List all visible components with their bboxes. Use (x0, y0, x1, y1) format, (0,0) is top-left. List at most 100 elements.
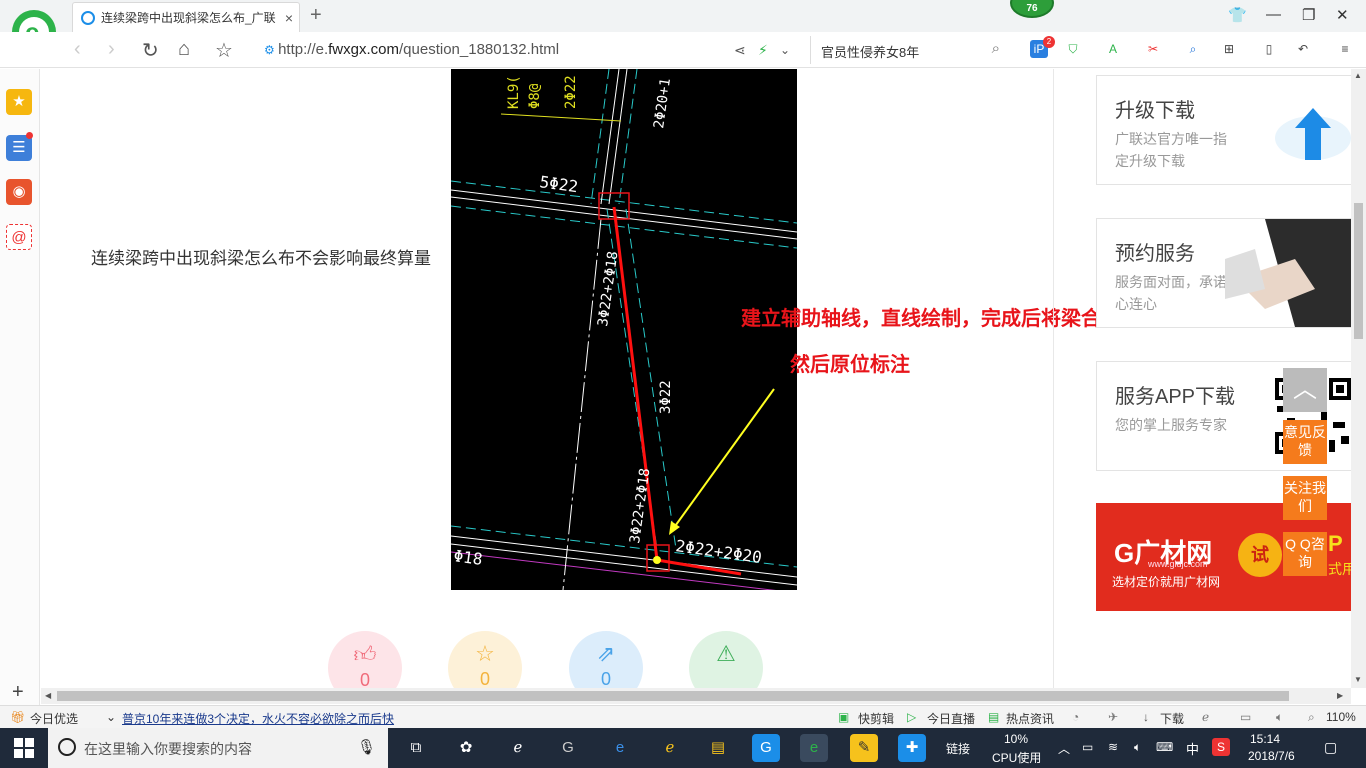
shield-icon[interactable]: ⛉ (1064, 40, 1082, 58)
glodon-app-icon[interactable]: G (554, 734, 582, 762)
browser-e-app-icon[interactable]: ℯ (504, 734, 532, 762)
hot-news-link[interactable]: 热点资讯 (1006, 710, 1054, 727)
news-ticker-link[interactable]: 普京10年来连做3个决定，水火不容必欲除之而后快 (122, 710, 394, 727)
links-toolbar[interactable]: 链接 (946, 740, 970, 757)
notification-center-icon[interactable]: ▢ (1324, 739, 1337, 756)
microphone-icon[interactable]: 🎙︎ (357, 738, 376, 756)
keyboard-icon[interactable]: ⌨ (1156, 740, 1173, 754)
horizontal-scrollbar[interactable]: ◀ ▶ (41, 688, 1351, 704)
share-button[interactable]: ⇗ 0 (569, 631, 643, 688)
address-bar: ‹ › ↻ ⌂ ☆ ⚙ http://e.fwxgx.com/question_… (0, 32, 1366, 68)
booking-title: 预约服务 (1115, 243, 1195, 265)
translate-icon[interactable]: A (1104, 40, 1122, 58)
live-link[interactable]: 今日直播 (927, 710, 975, 727)
favorite-button[interactable]: ☆ 0 (448, 631, 522, 688)
vertical-scroll-thumb[interactable] (1354, 203, 1363, 339)
pin-icon[interactable]: ✈ (1108, 710, 1118, 724)
scissors-icon[interactable]: ✂ (1144, 40, 1162, 58)
cad-label-left-edge: Φ18 (452, 546, 483, 569)
zoom-level[interactable]: 110% (1326, 710, 1356, 724)
report-button[interactable]: ⚠ (689, 631, 763, 688)
favorites-star-icon[interactable]: ★ (6, 89, 32, 115)
kuaijianji-link[interactable]: 快剪辑 (858, 710, 894, 727)
search-input[interactable]: 官员性侵养女8年 ⌕ (810, 36, 1010, 64)
home-icon[interactable]: ⌂ (178, 38, 190, 61)
url-field[interactable]: ⚙ http://e.fwxgx.com/question_1880132.ht… (264, 41, 559, 58)
cad-label-stirrup: Φ8@ (527, 83, 543, 109)
apps-grid-icon[interactable]: ⊞ (1220, 40, 1238, 58)
download-link[interactable]: 下载 (1160, 710, 1184, 727)
add-sidebar-icon[interactable]: + (12, 681, 24, 704)
plus-app-icon[interactable]: ✚ (898, 734, 926, 762)
sogou-ime-icon[interactable]: S (1212, 738, 1230, 756)
back-icon[interactable]: ‹ (74, 38, 81, 61)
qq-consult-button[interactable]: Q Q咨询 (1283, 532, 1327, 576)
tray-expand-icon[interactable]: ︿ (1058, 740, 1070, 757)
task-view-icon[interactable]: ⧉ (402, 734, 430, 762)
active-browser-app-icon[interactable]: e (800, 734, 828, 762)
reader-icon[interactable]: ▯ (1260, 40, 1278, 58)
vertical-scrollbar[interactable]: ▲ ▼ (1351, 69, 1366, 688)
back-to-top-button[interactable]: ︿ (1283, 368, 1327, 412)
taskbar-search-input[interactable]: 在这里输入你要搜索的内容 🎙︎ (48, 728, 388, 768)
follow-us-button[interactable]: 关注我们 (1283, 476, 1327, 520)
taskbar-search-placeholder: 在这里输入你要搜索的内容 (84, 741, 252, 757)
scroll-right-icon[interactable]: ▶ (1337, 691, 1343, 700)
magnifier-icon[interactable]: ⌕ (1184, 40, 1202, 58)
file-explorer-icon[interactable]: ▤ (704, 734, 732, 762)
share-count: 0 (600, 669, 611, 688)
edge-app-icon[interactable]: e (606, 734, 634, 762)
ie-compat-icon[interactable]: ℯ (1202, 710, 1209, 724)
search-icon[interactable]: ⌕ (992, 40, 1000, 57)
weibo-icon[interactable]: ◉ (6, 179, 32, 205)
like-button[interactable]: 👍︎ 0 (328, 631, 402, 688)
undo-icon[interactable]: ↶ (1294, 40, 1312, 58)
bookmark-star-icon[interactable]: ☆ (215, 38, 233, 63)
volume-icon[interactable]: 🔈︎ (1276, 710, 1283, 725)
pinwheel-app-icon[interactable]: ✿ (452, 734, 480, 762)
minimize-icon[interactable]: — (1266, 6, 1281, 23)
tab-close-icon[interactable]: × (285, 10, 293, 26)
tab-active[interactable]: 连续梁跨中出现斜梁怎么布_广联 × (72, 2, 300, 32)
email-icon[interactable]: @ (6, 224, 32, 250)
restore-icon[interactable]: ❐ (1302, 6, 1315, 24)
clock-date[interactable]: 2018/7/6 (1248, 749, 1295, 763)
kuaijianji-icon: ▣ (838, 710, 850, 724)
page-content: 连续梁跨中出现斜梁怎么布不会影响最终算量 KL9( Φ8@ 2Φ22 2Φ20+… (41, 69, 1351, 688)
glodon-blue-app-icon[interactable]: G (752, 734, 780, 762)
skin-icon[interactable]: 👕 (1228, 6, 1247, 24)
ad-slogan: 选材定价就用广材网 (1112, 575, 1221, 589)
chevron-down-icon[interactable]: ⌄ (780, 43, 790, 57)
menu-icon[interactable]: ≡ (1336, 40, 1354, 58)
cloud-upload-icon (1275, 108, 1351, 160)
cortana-icon (58, 738, 76, 756)
score-badge[interactable]: 76 (1010, 0, 1054, 18)
chevron-down-icon[interactable]: ⌄ (106, 710, 116, 724)
refresh-icon[interactable]: ↻ (142, 38, 159, 63)
scroll-down-icon[interactable]: ▼ (1354, 675, 1362, 684)
scroll-left-icon[interactable]: ◀ (45, 691, 51, 700)
today-picks-link[interactable]: 今日优选 (30, 710, 78, 727)
ime-indicator[interactable]: 中 (1186, 739, 1199, 758)
wifi-icon[interactable]: ≋ (1108, 740, 1118, 754)
new-tab-button[interactable]: + (310, 4, 322, 27)
notes-app-icon[interactable]: ✎ (850, 734, 878, 762)
upgrade-download-card[interactable]: 升级下载 广联达官方唯一指定升级下载 (1096, 75, 1351, 185)
close-window-icon[interactable]: ✕ (1336, 6, 1349, 24)
window-icon[interactable]: ▭ (1240, 710, 1251, 724)
gift-icon[interactable]: 🎁︎ (10, 710, 25, 724)
horizontal-scroll-thumb[interactable] (57, 691, 1289, 701)
ie-app-icon[interactable]: ℯ (656, 734, 684, 762)
windows-start-icon[interactable] (14, 738, 34, 758)
lightning-icon[interactable]: ⚡ (758, 42, 768, 59)
speed-icon[interactable]: ◔ (1072, 710, 1079, 724)
booking-service-card[interactable]: 预约服务 服务面对面，承诺心连心 (1096, 218, 1351, 328)
battery-icon[interactable]: ▭ (1082, 740, 1093, 754)
scroll-up-icon[interactable]: ▲ (1354, 71, 1362, 80)
share-icon[interactable]: ⋖ (734, 42, 746, 59)
speaker-icon[interactable]: 🔈︎ (1134, 740, 1141, 755)
clock-time[interactable]: 15:14 (1250, 732, 1280, 746)
feedback-button[interactable]: 意见反馈 (1283, 420, 1327, 464)
booking-desc: 服务面对面，承诺心连心 (1115, 274, 1227, 312)
forward-icon[interactable]: › (108, 38, 115, 61)
